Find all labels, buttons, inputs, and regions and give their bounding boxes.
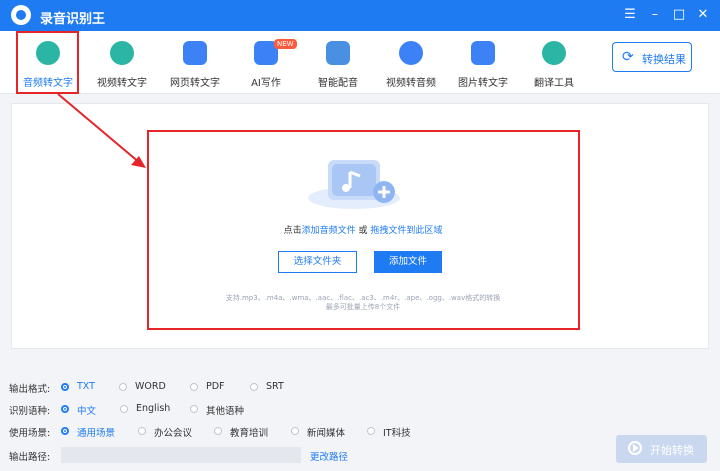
output-path-label: 输出路径:: [9, 452, 51, 463]
start-convert-button[interactable]: 开始转换: [616, 435, 707, 463]
add-audio-link[interactable]: 添加音频文件: [302, 226, 356, 236]
radio-icon: [61, 427, 69, 435]
change-path-link[interactable]: 更改路径: [310, 449, 348, 463]
output-path-field[interactable]: [61, 447, 301, 463]
scene-label: 使用场景:: [9, 428, 51, 439]
radio-icon: [367, 427, 375, 435]
add-file-button[interactable]: 添加文件: [374, 251, 442, 273]
drag-files-link[interactable]: 拖拽文件到此区域: [370, 226, 442, 236]
radio-icon: [190, 405, 198, 413]
radio-icon: [214, 427, 222, 435]
radio-icon: [250, 383, 258, 391]
batch-limit-hint: 最多可批量上传8个文件: [325, 303, 401, 311]
select-folder-button[interactable]: 选择文件夹: [278, 251, 357, 273]
radio-icon: [291, 427, 299, 435]
language-label: 识别语种:: [9, 406, 51, 417]
radio-icon: [190, 383, 198, 391]
radio-icon: [61, 383, 69, 391]
radio-icon: [120, 405, 128, 413]
radio-icon: [119, 383, 127, 391]
output-format-label: 输出格式:: [9, 384, 51, 395]
upload-instruction: 点击添加音频文件 或 拖拽文件到此区域: [148, 223, 578, 236]
upload-or: 或: [355, 226, 371, 236]
radio-icon: [138, 427, 146, 435]
play-icon: [628, 441, 642, 455]
radio-icon: [61, 405, 69, 413]
upload-folder-icon: [308, 160, 400, 209]
upload-prefix: 点击: [283, 226, 302, 236]
start-convert-label: 开始转换: [650, 444, 694, 457]
